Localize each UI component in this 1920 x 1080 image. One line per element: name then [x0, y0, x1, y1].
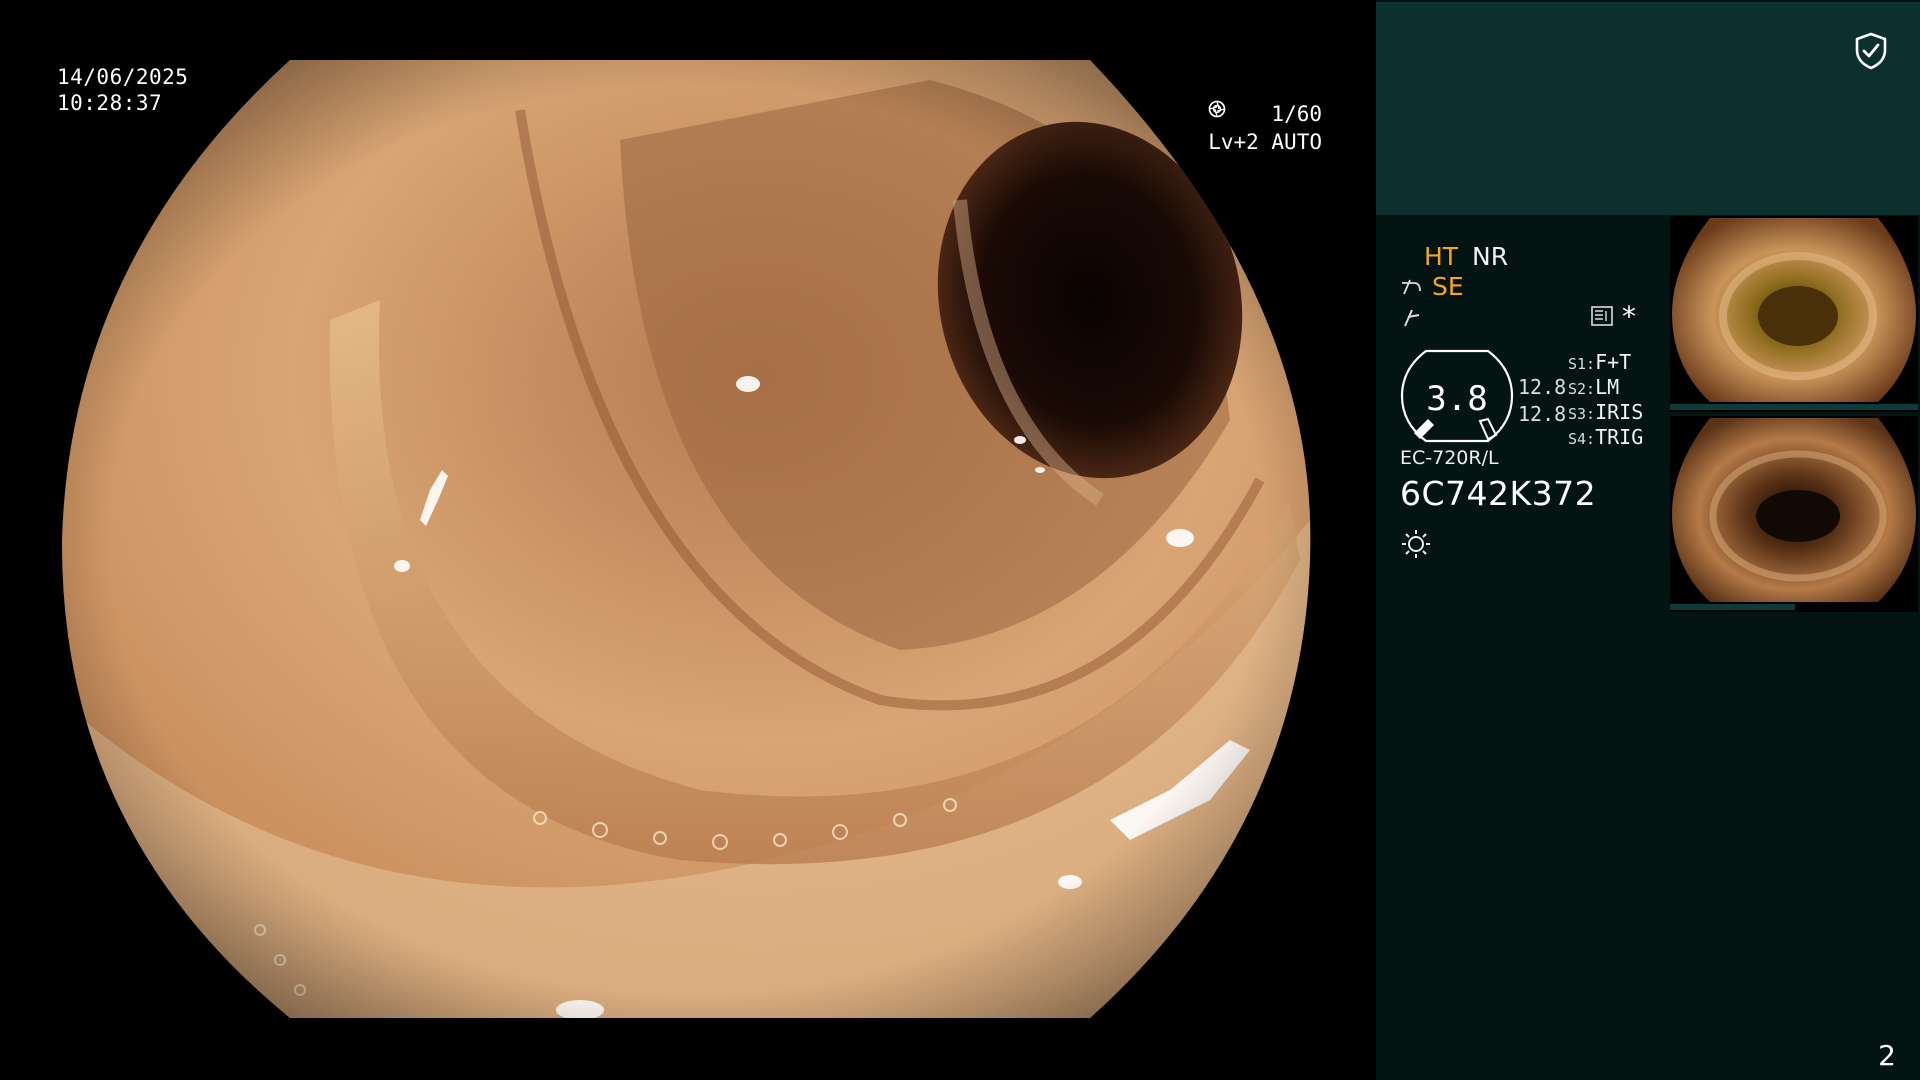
mode-se-row: SE: [1400, 272, 1464, 302]
f-value-2: 12.8: [1518, 402, 1567, 426]
light-level: Lv+2 AUTO: [1208, 130, 1322, 154]
f-value-1: 12.8: [1518, 375, 1567, 399]
panel-header: [1376, 2, 1920, 215]
thumbnail-2[interactable]: [1670, 416, 1918, 612]
scope-model: EC-720R/L: [1400, 447, 1499, 469]
scope-switches: S1:F+T S2:LM S3:IRIS S4:TRIG: [1568, 350, 1643, 450]
exam-time: 10:28:37: [57, 91, 163, 115]
mode-ht-nr: HT NR: [1424, 242, 1508, 272]
capture-thumbnails: [1670, 216, 1920, 616]
mode-ht: HT: [1424, 242, 1459, 271]
exposure-overlay: 1/60 Lv+2 AUTO: [1208, 100, 1322, 156]
endoscopy-screen: 14/06/2025 10:28:37 1/60 Lv+2 AUTO HT NR…: [0, 0, 1920, 1080]
thumbnail-image-2: [1670, 416, 1918, 612]
endoscopic-image: [61, 60, 1311, 1018]
focus-icon: [1404, 309, 1420, 327]
book-icon: [1591, 306, 1613, 326]
scope-serial: 6C742K372: [1400, 474, 1597, 513]
switch-s1: S1:F+T: [1568, 350, 1632, 374]
switch-s3: S3:IRIS: [1568, 400, 1644, 424]
f-values: 12.8 12.8: [1518, 374, 1566, 428]
light-icon: [1402, 530, 1430, 558]
mode-se: SE: [1431, 272, 1464, 301]
endoscopic-view: 14/06/2025 10:28:37 1/60 Lv+2 AUTO: [0, 0, 1376, 1080]
thumbnail-image-1: [1670, 216, 1918, 412]
switch-s4: S4:TRIG: [1568, 425, 1644, 449]
iris-icon: [1208, 100, 1226, 118]
page-number: 2: [1878, 1039, 1896, 1072]
exam-date: 14/06/2025: [57, 65, 189, 89]
switch-s2: S2:LM: [1568, 375, 1620, 399]
thumbnail-1[interactable]: [1670, 216, 1918, 412]
shutter-speed: 1/60: [1271, 102, 1322, 126]
asterisk-indicator: *: [1622, 300, 1636, 333]
gauge-value: 3.8: [1426, 379, 1488, 419]
scope-angle-icon: [1402, 279, 1421, 295]
date-time-overlay: 14/06/2025 10:28:37: [57, 64, 188, 116]
info-panel: HT NR SE * 3.8 12.8 12.8 S1:F+T S2:LM S3…: [1376, 0, 1920, 1080]
mode-nr: NR: [1472, 242, 1509, 271]
shield-check-icon: [1855, 32, 1887, 70]
